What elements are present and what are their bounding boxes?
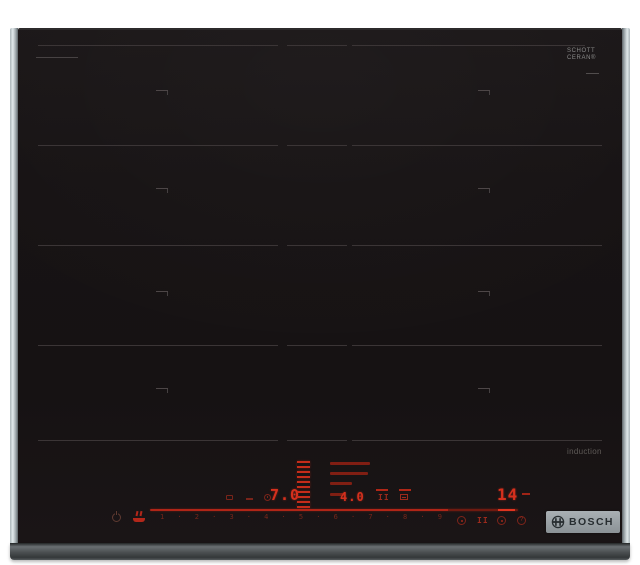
slider-mark: 3 xyxy=(229,513,234,521)
timer-icon xyxy=(457,516,466,525)
slider-mark: 6 xyxy=(333,513,338,521)
slider-mark: 9 xyxy=(437,513,442,521)
grid-icon xyxy=(400,494,408,500)
cooktop: SCHOTT CERAN® induction 7.0 4.0 II 14 1 … xyxy=(10,28,630,560)
pan-marker xyxy=(156,291,168,297)
slider-mark: · xyxy=(281,513,286,521)
pan-marker xyxy=(156,90,168,96)
schott-line1: SCHOTT xyxy=(567,48,596,54)
slider-mark: 4 xyxy=(264,513,269,521)
zone-line xyxy=(287,45,347,46)
metal-trim-left xyxy=(10,28,18,543)
slider-mark: 2 xyxy=(194,513,199,521)
slider-mark: · xyxy=(212,513,217,521)
bosch-anchor-icon xyxy=(551,515,565,529)
product-photo-bosch-induction-cooktop: SCHOTT CERAN® induction 7.0 4.0 II 14 1 … xyxy=(0,0,640,565)
zone-line xyxy=(287,345,347,346)
slider-mark: · xyxy=(177,513,182,521)
pan-marker xyxy=(478,188,490,194)
grid-overline xyxy=(399,489,411,491)
right-zone-power-display: 4.0 xyxy=(340,490,365,504)
level-bar-pair xyxy=(297,491,310,498)
level-label-row xyxy=(330,472,368,475)
zone-line xyxy=(352,245,602,246)
pause-overline xyxy=(376,489,388,491)
slider-mark: 1 xyxy=(160,513,165,521)
induction-label: induction xyxy=(567,447,602,456)
ceramic-glass-surface xyxy=(18,28,622,543)
cleaning-lock-icon xyxy=(497,516,506,525)
level-bar-pair xyxy=(297,461,310,468)
metal-trim-bottom xyxy=(10,543,630,560)
pan-marker xyxy=(478,388,490,394)
zone-line xyxy=(38,245,278,246)
slider-mark: 8 xyxy=(403,513,408,521)
level-bar-pair xyxy=(297,471,310,478)
slider-mark: · xyxy=(350,513,356,521)
frying-sensor-icon xyxy=(133,510,146,522)
metal-trim-right xyxy=(622,28,630,543)
power-slider-line xyxy=(150,509,518,511)
bosch-logo-plate: BOSCH xyxy=(546,511,620,533)
schott-underline xyxy=(586,73,599,74)
timer-display: 14 xyxy=(497,485,519,504)
power-icon xyxy=(112,511,121,522)
slider-mark: 7 xyxy=(368,513,373,521)
slider-mark: · xyxy=(420,513,425,521)
slider-mark: 5 xyxy=(298,513,304,521)
level-bar-pair xyxy=(297,501,310,508)
zone-line xyxy=(38,145,278,146)
minus-icon xyxy=(246,498,253,500)
power-slider-scale: 1 · 2 · 3 · 4 · 5 · 6 · 7 · 8 · 9 xyxy=(160,513,442,521)
pan-marker xyxy=(478,90,490,96)
zone-line xyxy=(352,345,602,346)
zone-line xyxy=(352,145,602,146)
zone-line xyxy=(352,440,602,441)
schott-line2: CERAN® xyxy=(567,55,597,61)
slider-mark: · xyxy=(385,513,390,521)
level-bar-pair xyxy=(297,481,310,488)
pause-icon-small: II xyxy=(378,493,390,502)
level-label-row xyxy=(330,482,352,485)
slider-mark: · xyxy=(246,513,252,521)
pause-icon: II xyxy=(477,516,489,525)
schott-ceran-logo: SCHOTT CERAN® xyxy=(567,48,596,62)
pan-marker xyxy=(156,188,168,194)
zone-subline xyxy=(36,57,78,58)
zone-line xyxy=(287,245,347,246)
bosch-wordmark: BOSCH xyxy=(569,516,614,528)
zone-line xyxy=(287,145,347,146)
zone-line xyxy=(38,45,278,46)
pan-marker xyxy=(156,388,168,394)
keep-warm-icon xyxy=(226,495,233,500)
timer-dash xyxy=(522,493,530,495)
zone-line xyxy=(38,345,278,346)
left-zone-power-display: 7.0 xyxy=(270,486,301,504)
pan-marker xyxy=(478,291,490,297)
zone-line xyxy=(38,440,278,441)
slider-mark: · xyxy=(316,513,321,521)
zone-line xyxy=(352,45,585,46)
info-icon: ? xyxy=(517,516,526,525)
zone-line xyxy=(287,440,347,441)
level-label-row xyxy=(330,462,370,465)
